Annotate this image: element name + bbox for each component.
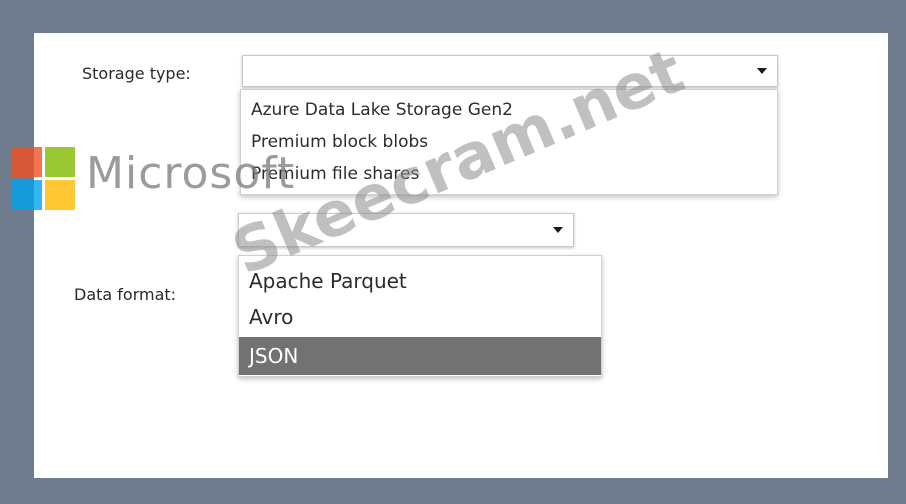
data-format-label: Data format: xyxy=(74,285,177,304)
storage-type-dropdown[interactable] xyxy=(242,55,778,87)
microsoft-logo-icon xyxy=(12,147,76,211)
dialog-panel: Storage type: Azure Data Lake Storage Ge… xyxy=(34,33,888,478)
data-format-options: Apache Parquet Avro JSON xyxy=(238,255,602,377)
dropdown-arrow-icon xyxy=(757,68,767,74)
format-option-avro[interactable]: Avro xyxy=(239,300,601,334)
dropdown-arrow-icon xyxy=(553,227,563,233)
storage-type-label: Storage type: xyxy=(82,64,191,83)
format-option-json[interactable]: JSON xyxy=(239,337,601,375)
microsoft-watermark-text: Microsoft xyxy=(86,148,296,199)
